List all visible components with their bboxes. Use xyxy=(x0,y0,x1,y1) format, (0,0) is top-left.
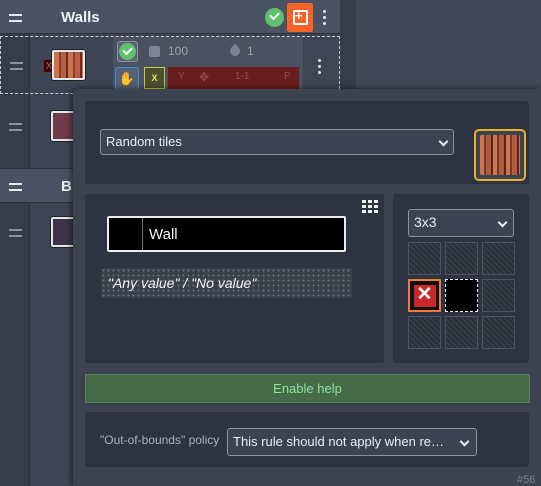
hand-icon[interactable]: ✋ xyxy=(115,67,139,91)
drag-handle-icon[interactable] xyxy=(9,123,22,131)
oob-card: "Out-of-bounds" policy This rule should … xyxy=(85,412,529,467)
pattern-cell[interactable] xyxy=(482,279,515,312)
enable-help-button[interactable]: Enable help xyxy=(85,374,530,403)
pattern-size-value: 3x3 xyxy=(414,214,437,230)
mode-select-value: Random tiles xyxy=(106,134,182,149)
mode-card: Random tiles xyxy=(85,101,529,184)
check-circle-icon[interactable] xyxy=(265,8,284,27)
oob-label: "Out-of-bounds" policy xyxy=(100,433,220,447)
group-title: B xyxy=(61,178,72,195)
drop-count[interactable]: 1 xyxy=(247,44,254,58)
pattern-card: 3x3 ✕ xyxy=(393,194,529,363)
drag-handle-icon[interactable] xyxy=(9,14,22,22)
offset-label: 1-1 xyxy=(235,71,250,82)
chevron-down-icon xyxy=(459,436,470,447)
rule-id: #56 xyxy=(517,474,536,486)
value-card: Wall "Any value" / "No value" xyxy=(85,194,384,363)
rule-options-strip[interactable]: Y ✥ 1-1 P xyxy=(168,67,299,89)
drop-icon xyxy=(227,43,243,59)
add-rule-button[interactable] xyxy=(287,3,313,32)
pattern-cell[interactable] xyxy=(482,242,515,275)
dice-icon xyxy=(149,46,160,57)
drag-handle-icon[interactable] xyxy=(9,229,22,237)
move-icon: ✥ xyxy=(199,70,210,84)
pattern-cell[interactable] xyxy=(408,242,441,275)
rule-thumbnail[interactable] xyxy=(52,50,85,80)
close-icon: ✕ xyxy=(413,284,436,307)
pattern-cell-not[interactable]: ✕ xyxy=(408,279,441,312)
oob-policy-value: This rule should not apply when re… xyxy=(233,434,445,449)
pattern-cell[interactable] xyxy=(408,316,441,349)
flip-y-label: Y xyxy=(178,71,185,82)
tile-image xyxy=(480,135,520,175)
any-value-option[interactable]: "Any value" / "No value" xyxy=(101,268,352,298)
group-title: Walls xyxy=(61,9,100,26)
rule-menu-area xyxy=(303,37,339,93)
rule-editor-popup: Random tiles Wall "Any value" / "No valu… xyxy=(73,89,541,486)
flip-x-button[interactable]: X xyxy=(144,67,165,89)
drag-handle-icon[interactable] xyxy=(9,183,22,191)
value-picker[interactable]: Wall xyxy=(107,216,346,252)
more-icon[interactable] xyxy=(318,59,322,74)
pattern-cell-center[interactable] xyxy=(445,279,478,312)
pattern-grid: ✕ xyxy=(408,242,515,349)
rule-row[interactable]: X 100 1 ✋ X Y ✥ 1-1 P xyxy=(0,36,340,94)
check-icon xyxy=(119,43,136,60)
pattern-cell[interactable] xyxy=(482,316,515,349)
group-header-walls[interactable]: Walls xyxy=(0,0,340,34)
value-name: Wall xyxy=(149,226,178,243)
value-color-swatch xyxy=(109,218,143,250)
drag-handle-icon[interactable] xyxy=(10,62,23,70)
rule-active-checkbox[interactable] xyxy=(117,41,138,62)
perlin-label: P xyxy=(284,71,291,82)
chevron-down-icon xyxy=(497,217,508,228)
more-icon[interactable] xyxy=(323,10,327,25)
pattern-cell[interactable] xyxy=(445,316,478,349)
oob-policy-select[interactable]: This rule should not apply when re… xyxy=(227,428,477,456)
chance-value[interactable]: 100 xyxy=(168,44,188,58)
pattern-cell[interactable] xyxy=(445,242,478,275)
grid-icon[interactable] xyxy=(362,200,378,214)
rule-controls: 100 1 ✋ X Y ✥ 1-1 P xyxy=(113,37,303,93)
tile-preview[interactable] xyxy=(474,129,526,181)
chevron-down-icon xyxy=(438,136,449,147)
pattern-size-select[interactable]: 3x3 xyxy=(408,209,514,237)
mode-select[interactable]: Random tiles xyxy=(100,129,454,155)
